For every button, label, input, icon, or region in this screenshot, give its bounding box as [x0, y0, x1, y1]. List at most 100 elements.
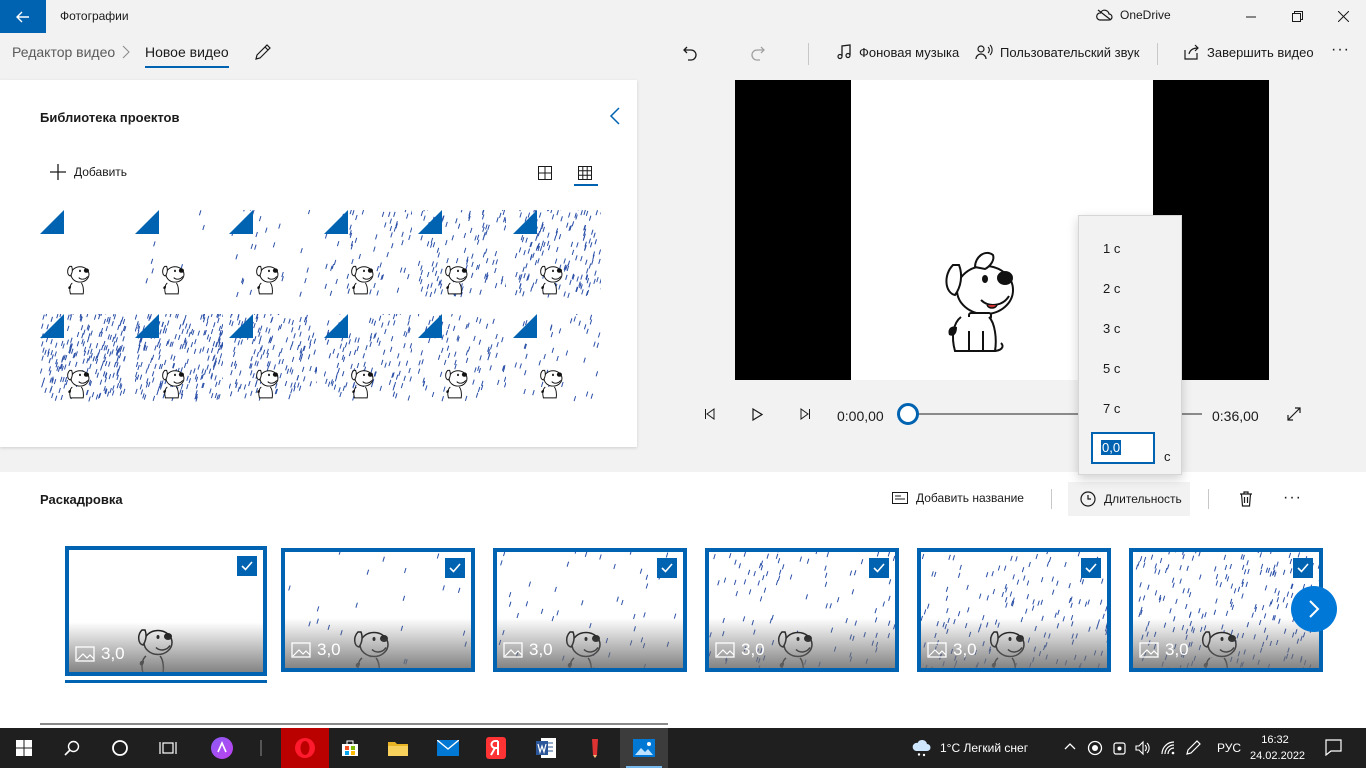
small-thumbnails-button[interactable] — [575, 163, 595, 183]
library-thumbnail[interactable] — [512, 314, 601, 402]
clip-checkbox[interactable] — [869, 558, 889, 578]
storyboard-clip[interactable]: 3,0 — [917, 548, 1111, 672]
play-button[interactable] — [747, 404, 767, 424]
collapse-chevron-icon[interactable] — [609, 107, 621, 125]
storyboard-more-button[interactable]: ··· — [1283, 489, 1302, 507]
add-media-button[interactable]: Добавить — [50, 164, 127, 180]
pencil-icon[interactable] — [254, 43, 272, 61]
duration-option-1s[interactable]: 1 с — [1103, 241, 1120, 256]
wifi-icon[interactable] — [1160, 740, 1176, 756]
duration-button[interactable]: Длительность — [1080, 491, 1182, 507]
seek-thumb[interactable] — [897, 403, 919, 425]
scroll-next-button[interactable] — [1291, 586, 1337, 632]
store-app[interactable] — [326, 728, 374, 768]
library-thumbnail[interactable] — [323, 314, 412, 402]
breadcrumb-new-video[interactable]: Новое видео — [145, 44, 229, 60]
duration-option-5s[interactable]: 5 с — [1103, 361, 1120, 376]
opera-app[interactable] — [281, 728, 329, 768]
mail-icon — [437, 740, 459, 756]
storyboard-clip[interactable]: 3,0 — [65, 546, 267, 676]
dog-thumbnail — [348, 364, 377, 402]
onedrive-status[interactable]: OneDrive — [1096, 8, 1171, 22]
delete-button[interactable] — [1239, 491, 1253, 507]
back-button[interactable] — [0, 0, 46, 33]
clip-checkbox[interactable] — [657, 558, 677, 578]
maximize-button[interactable] — [1274, 0, 1320, 33]
yandex-browser-app[interactable] — [472, 728, 520, 768]
duration-option-2s[interactable]: 2 с — [1103, 281, 1120, 296]
duration-option-7s[interactable]: 7 с — [1103, 401, 1120, 416]
photos-app[interactable] — [620, 728, 668, 768]
added-corner-marker — [134, 210, 159, 234]
storyboard-clip[interactable]: 3,0 — [281, 548, 475, 672]
large-thumbnails-button[interactable] — [535, 163, 555, 183]
chevron-right-icon — [122, 45, 130, 59]
custom-audio-button[interactable]: Пользовательский звук — [975, 44, 1139, 60]
breadcrumb-video-editor[interactable]: Редактор видео — [12, 44, 115, 60]
custom-duration-value: 0,0 — [1101, 440, 1122, 455]
fullscreen-button[interactable] — [1284, 404, 1304, 424]
added-corner-marker — [512, 314, 537, 338]
library-thumbnail[interactable] — [418, 314, 506, 402]
close-button[interactable] — [1320, 0, 1366, 33]
chevron-right-icon — [1309, 600, 1320, 618]
clip-checkbox[interactable] — [1081, 558, 1101, 578]
record-icon[interactable] — [1087, 740, 1103, 756]
library-thumbnail[interactable] — [323, 210, 412, 298]
redo-icon — [751, 46, 765, 61]
added-corner-marker — [418, 210, 442, 234]
clip-checkbox[interactable] — [1293, 558, 1313, 578]
next-frame-button[interactable] — [795, 404, 815, 424]
finish-video-button[interactable]: Завершить видео — [1184, 44, 1314, 60]
library-thumbnail[interactable] — [418, 210, 506, 298]
volume-icon[interactable] — [1135, 740, 1151, 756]
custom-duration-input[interactable]: 0,0 — [1091, 432, 1155, 464]
undo-button[interactable] — [679, 42, 701, 64]
weather-widget[interactable]: 1°C Легкий снег — [912, 739, 1028, 757]
library-thumbnail[interactable] — [512, 210, 601, 298]
video-preview[interactable] — [735, 80, 1269, 380]
clip-checkbox[interactable] — [237, 556, 257, 576]
duration-option-3s[interactable]: 3 с — [1103, 321, 1120, 336]
store-icon — [342, 740, 358, 756]
plus-icon — [50, 164, 66, 180]
background-music-button[interactable]: Фоновая музыка — [836, 44, 959, 60]
notifications-icon[interactable] — [1325, 739, 1342, 756]
mail-app[interactable] — [424, 728, 472, 768]
library-thumbnail[interactable] — [40, 314, 128, 402]
chevron-up-icon[interactable] — [1064, 742, 1076, 750]
redo-button[interactable] — [747, 42, 769, 64]
pen-workspace-icon[interactable] — [1185, 740, 1201, 756]
add-title-button[interactable]: Добавить название — [892, 491, 1024, 505]
library-title: Библиотека проектов — [40, 110, 180, 125]
library-thumbnail[interactable] — [40, 210, 128, 298]
library-thumbnail[interactable] — [134, 210, 223, 298]
clip-duration-value: 3,0 — [741, 640, 765, 659]
minimize-button[interactable] — [1228, 0, 1274, 33]
checkmark-icon — [241, 561, 253, 571]
clock[interactable]: 16:32 24.02.2022 — [1250, 732, 1305, 764]
start-button[interactable] — [0, 728, 48, 768]
file-explorer-app[interactable] — [374, 728, 422, 768]
library-thumbnail[interactable] — [229, 314, 317, 402]
windows-logo-icon — [16, 740, 32, 756]
language-indicator[interactable]: РУС — [1217, 741, 1241, 755]
title-card-icon — [892, 492, 908, 504]
more-options-button[interactable]: ··· — [1331, 41, 1350, 59]
close-icon — [1337, 11, 1349, 22]
cortana-button[interactable] — [96, 728, 144, 768]
storyboard-scrollbar[interactable] — [40, 723, 668, 725]
storyboard-clip[interactable]: 3,0 — [705, 548, 899, 672]
paint-app[interactable] — [571, 728, 619, 768]
previous-frame-button[interactable] — [700, 404, 720, 424]
circle-icon — [112, 740, 128, 756]
word-app[interactable] — [522, 728, 570, 768]
storyboard-clip[interactable]: 3,0 — [493, 548, 687, 672]
alice-assistant-button[interactable] — [198, 728, 246, 768]
task-view-button[interactable] — [144, 728, 192, 768]
meet-now-icon[interactable] — [1112, 740, 1128, 756]
library-thumbnail[interactable] — [134, 314, 223, 402]
library-thumbnail[interactable] — [229, 210, 317, 298]
clip-checkbox[interactable] — [445, 558, 465, 578]
search-button[interactable] — [48, 728, 96, 768]
